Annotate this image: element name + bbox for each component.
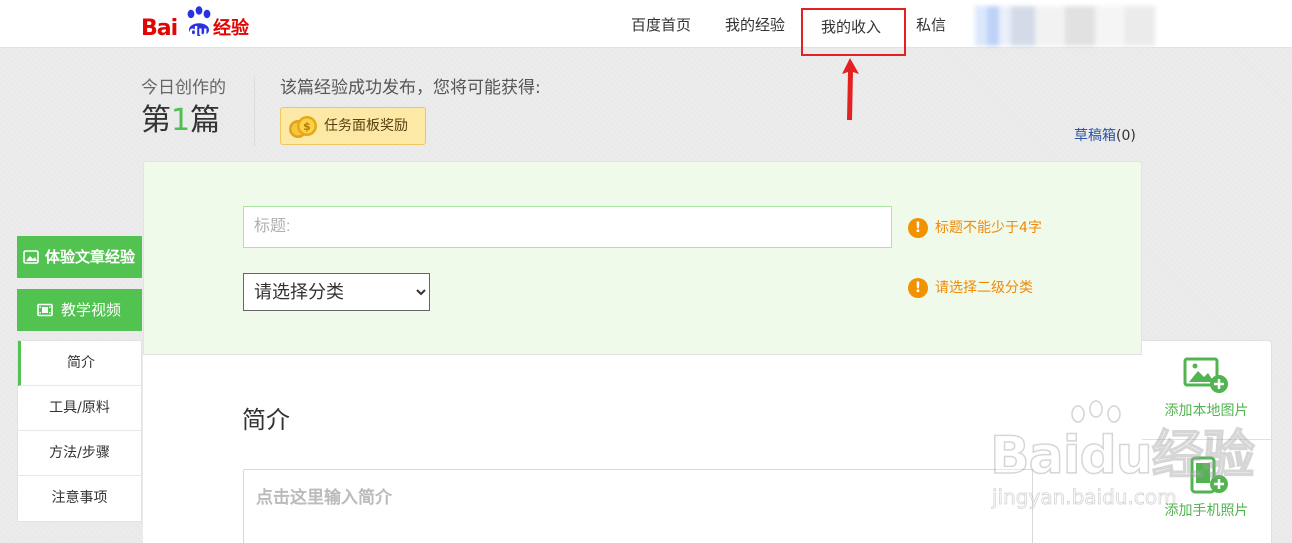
intro-editor[interactable]: 点击这里输入简介 bbox=[243, 469, 1033, 543]
top-bar: Bai du 经验 百度首页 我的经验 我的收入 私信 bbox=[0, 0, 1292, 56]
task-reward-badge[interactable]: $ 任务面板奖励 bbox=[280, 107, 426, 145]
category-hint-text: 请选择二级分类 bbox=[935, 280, 1033, 296]
experience-article-label: 体验文章经验 bbox=[45, 248, 136, 266]
user-avatar-blurred[interactable] bbox=[975, 6, 1155, 46]
today-count: 第1篇 bbox=[141, 103, 221, 138]
section-nav-intro[interactable]: 简介 bbox=[18, 341, 141, 386]
add-phone-photo-label: 添加手机照片 bbox=[1164, 503, 1249, 519]
add-phone-photo-button[interactable]: 添加手机照片 bbox=[1142, 440, 1271, 540]
drafts-label: 草稿箱 bbox=[1074, 128, 1116, 144]
add-phone-photo-icon bbox=[1190, 456, 1228, 494]
teaching-video-button[interactable]: 教学视频 bbox=[17, 289, 142, 331]
film-icon bbox=[37, 303, 53, 317]
reward-title: 该篇经验成功发布，您将可能获得: bbox=[280, 78, 541, 98]
section-nav-tools[interactable]: 工具/原料 bbox=[18, 386, 141, 431]
category-select[interactable]: 请选择分类 bbox=[243, 273, 430, 311]
logo-du: du bbox=[189, 25, 208, 40]
stats-divider bbox=[254, 76, 255, 146]
title-hint-text: 标题不能少于4字 bbox=[935, 220, 1042, 236]
nav-private-message[interactable]: 私信 bbox=[916, 14, 946, 36]
baidu-jingyan-logo[interactable]: Bai du 经验 bbox=[141, 4, 261, 42]
image-icon bbox=[23, 250, 39, 264]
nav-my-experience[interactable]: 我的经验 bbox=[725, 14, 785, 36]
title-hint: ! 标题不能少于4字 bbox=[908, 218, 1042, 238]
add-local-image-label: 添加本地图片 bbox=[1164, 403, 1249, 419]
experience-article-button[interactable]: 体验文章经验 bbox=[17, 236, 142, 278]
add-image-icon bbox=[1183, 357, 1228, 393]
drafts-count: (0) bbox=[1116, 128, 1136, 144]
annotation-arrow-icon bbox=[842, 58, 859, 120]
warning-icon: ! bbox=[908, 278, 928, 298]
logo-bai: Bai bbox=[141, 16, 178, 41]
today-label: 今日创作的 bbox=[141, 78, 226, 98]
add-local-image-button[interactable]: 添加本地图片 bbox=[1142, 340, 1271, 440]
nav-baidu-home[interactable]: 百度首页 bbox=[631, 14, 691, 36]
drafts-link[interactable]: 草稿箱(0) bbox=[1074, 126, 1136, 146]
teaching-video-label: 教学视频 bbox=[61, 301, 122, 319]
today-stats: 今日创作的 第1篇 bbox=[141, 76, 226, 140]
form-panel bbox=[143, 161, 1142, 355]
coins-icon: $ bbox=[289, 116, 317, 138]
svg-text:$: $ bbox=[303, 120, 311, 133]
section-nav-notes[interactable]: 注意事项 bbox=[18, 476, 141, 521]
title-input[interactable] bbox=[243, 206, 892, 248]
nav-my-income[interactable]: 我的收入 bbox=[801, 8, 906, 56]
category-hint: ! 请选择二级分类 bbox=[908, 278, 1033, 298]
section-nav: 简介 工具/原料 方法/步骤 注意事项 bbox=[17, 340, 142, 522]
today-count-number: 1 bbox=[171, 103, 191, 138]
warning-icon: ! bbox=[908, 218, 928, 238]
section-nav-steps[interactable]: 方法/步骤 bbox=[18, 431, 141, 476]
intro-heading: 简介 bbox=[242, 406, 290, 434]
reward-badge-label: 任务面板奖励 bbox=[324, 118, 408, 134]
logo-jingyan: 经验 bbox=[213, 18, 249, 39]
intro-placeholder: 点击这里输入简介 bbox=[256, 488, 392, 508]
